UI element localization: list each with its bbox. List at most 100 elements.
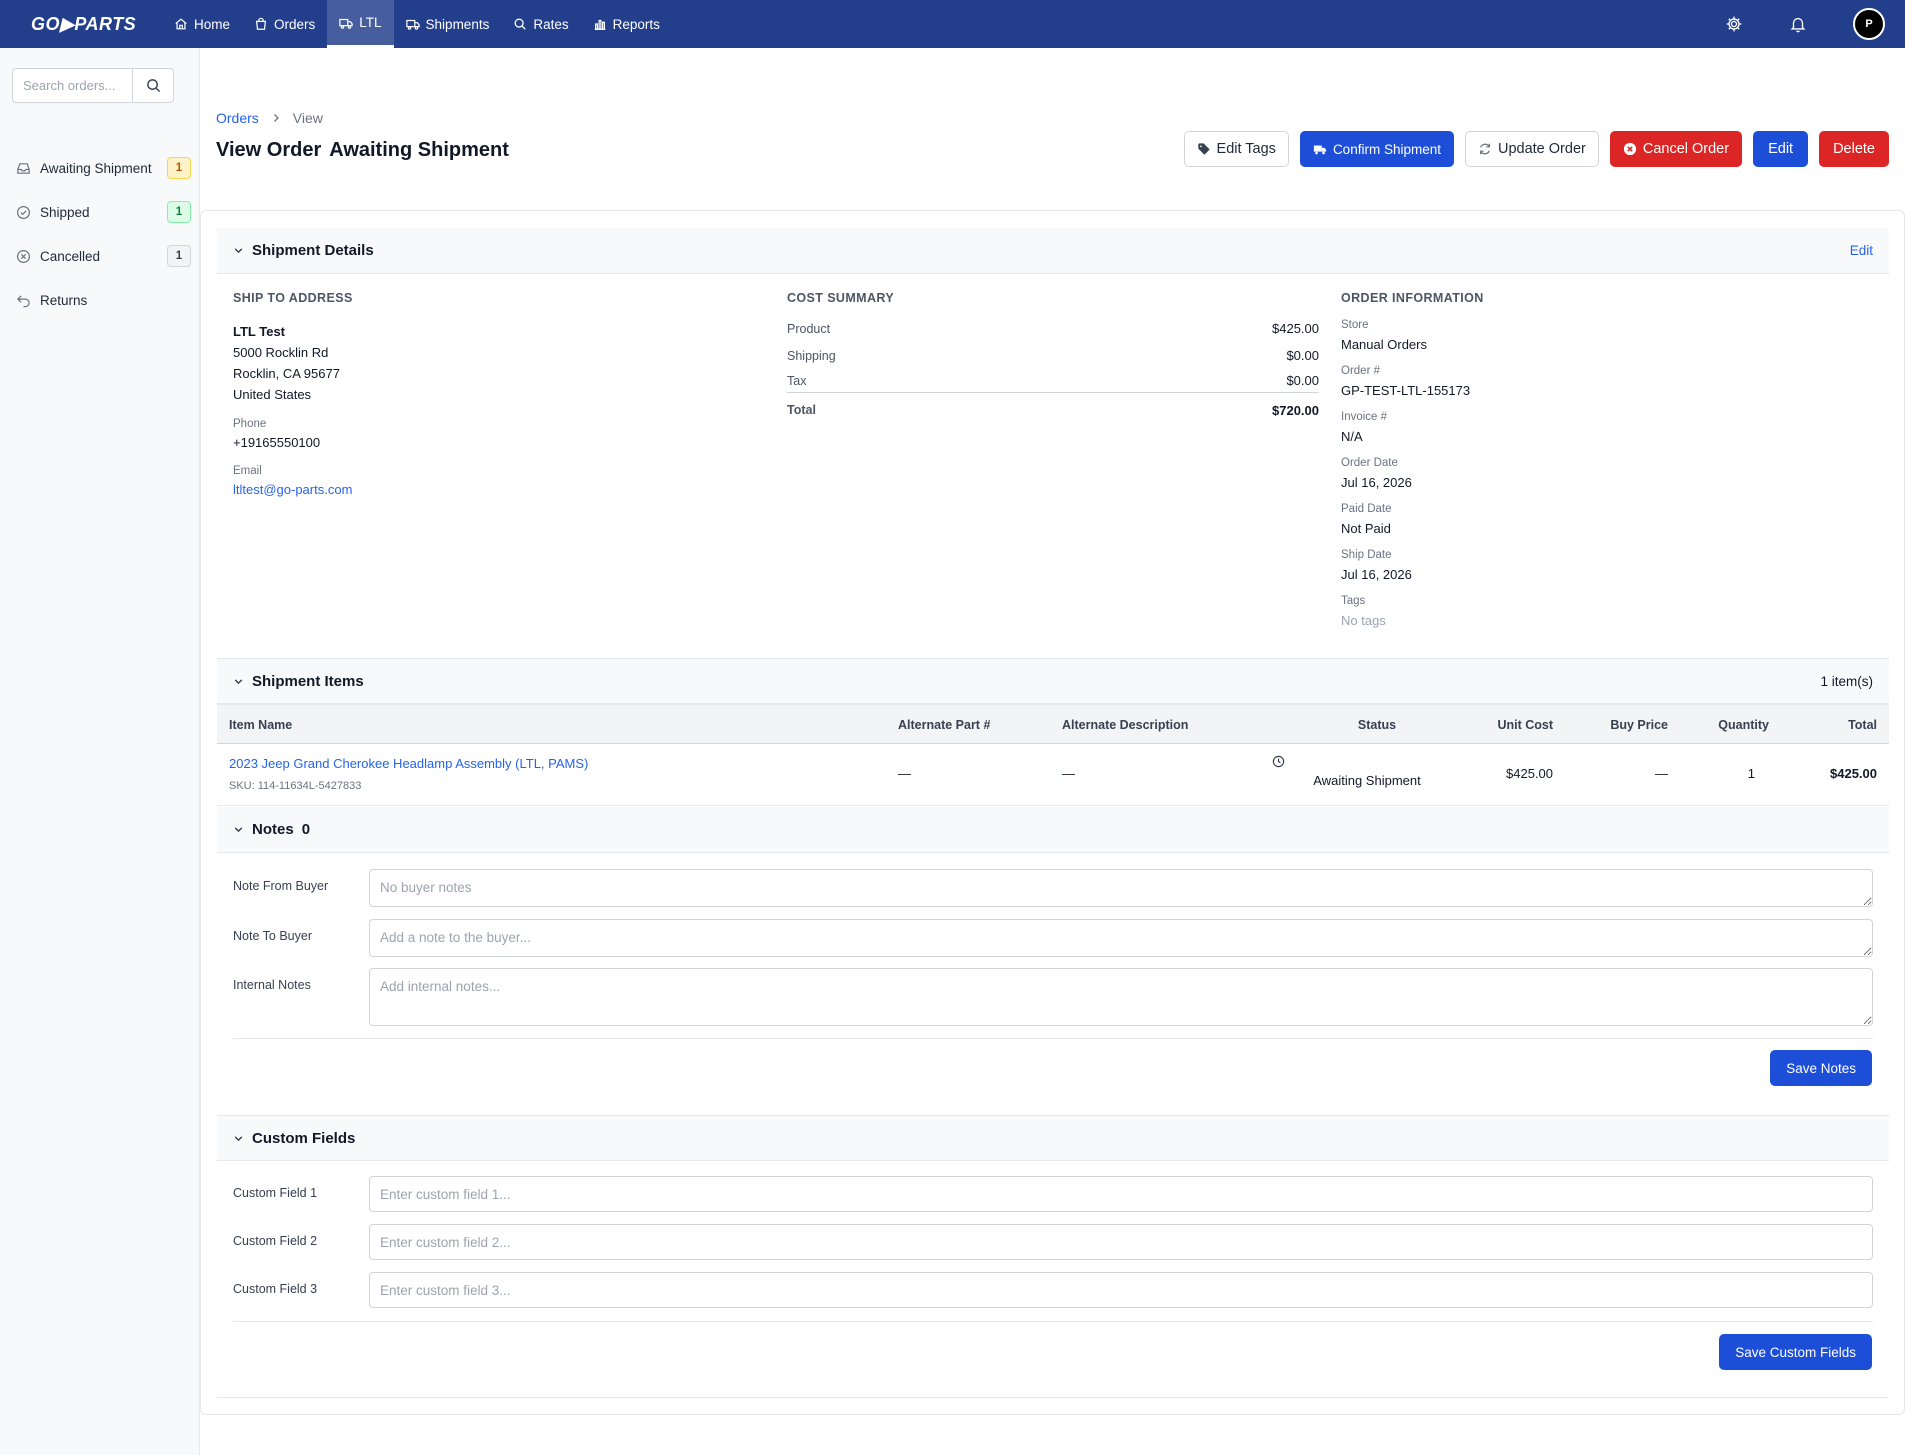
search-input[interactable] [12, 68, 133, 103]
note-to-buyer-label: Note To Buyer [233, 929, 312, 943]
note-to-buyer-field[interactable] [369, 919, 1873, 957]
store-label: Store [1341, 319, 1369, 331]
return-icon [17, 294, 30, 307]
col-buy-price: Buy Price [1610, 718, 1668, 732]
breadcrumb-orders-link[interactable]: Orders [216, 110, 259, 126]
shipment-details-edit-link[interactable]: Edit [1850, 243, 1873, 258]
cost-value: $0.00 [1286, 348, 1319, 363]
cost-row-shipping: Shipping $0.00 [787, 342, 1319, 369]
save-notes-button[interactable]: Save Notes [1770, 1050, 1872, 1086]
nav-orders[interactable]: Orders [242, 0, 327, 48]
top-nav: GO▶PARTS Home Orders LTL Shipments Rates… [0, 0, 1905, 48]
section-title: Custom Fields [252, 1129, 356, 1147]
col-total: Total [1848, 718, 1877, 732]
email-label: Email [233, 465, 262, 477]
email-link[interactable]: ltltest@go-parts.com [233, 482, 733, 497]
col-alt-desc: Alternate Description [1062, 718, 1189, 732]
custom-field-2-row: Custom Field 2 [217, 1224, 1889, 1260]
ship-to-heading: SHIP TO ADDRESS [233, 291, 353, 305]
item-unit-cost: $425.00 [1506, 766, 1553, 781]
nav-ltl[interactable]: LTL [327, 0, 394, 48]
update-order-button[interactable]: Update Order [1464, 131, 1599, 167]
ship-to-city: Rocklin, CA 95677 [233, 366, 340, 381]
bell-icon[interactable] [1789, 15, 1807, 33]
order-info-order-number: Order # GP-TEST-LTL-155173 [1341, 365, 1841, 411]
order-info-tags: Tags No tags [1341, 595, 1841, 641]
internal-notes-field[interactable] [369, 968, 1873, 1026]
order-number-value: GP-TEST-LTL-155173 [1341, 383, 1471, 398]
sidebar-item-awaiting-shipment[interactable]: Awaiting Shipment 1 [0, 146, 200, 190]
item-count: 1 item(s) [1820, 673, 1873, 689]
cancel-order-button[interactable]: Cancel Order [1609, 131, 1743, 167]
shipment-items-header[interactable]: Shipment Items 1 item(s) [217, 658, 1889, 704]
x-circle-icon [1623, 142, 1636, 156]
section-title: Notes [252, 821, 294, 838]
store-value: Manual Orders [1341, 337, 1427, 352]
item-name-link[interactable]: 2023 Jeep Grand Cherokee Headlamp Assemb… [229, 756, 588, 771]
sidebar-items: Awaiting Shipment 1 Shipped 1 Cancelled … [0, 146, 200, 322]
section-title: Shipment Details [252, 242, 374, 259]
sidebar-item-label: Cancelled [40, 248, 101, 264]
custom-field-1-input[interactable] [369, 1176, 1873, 1212]
note-from-buyer-row: Note From Buyer [217, 869, 1889, 907]
avatar[interactable]: P [1853, 8, 1885, 40]
sidebar: Awaiting Shipment 1 Shipped 1 Cancelled … [0, 48, 200, 1455]
gear-icon[interactable] [1725, 15, 1743, 33]
order-info-heading: ORDER INFORMATION [1341, 291, 1484, 305]
check-circle-icon [16, 205, 31, 219]
search-icon [514, 18, 527, 30]
nav-home[interactable]: Home [162, 0, 242, 48]
order-card: Shipment Details Edit SHIP TO ADDRESS LT… [200, 210, 1905, 1415]
items-table-header: Item Name Alternate Part # Alternate Des… [217, 704, 1889, 744]
item-total: $425.00 [1830, 766, 1877, 781]
col-alt-part: Alternate Part # [898, 718, 991, 732]
sidebar-item-label: Returns [40, 292, 88, 308]
note-from-buyer-field[interactable] [369, 869, 1873, 907]
paid-date-value: Not Paid [1341, 521, 1391, 536]
header-actions: Edit Tags Confirm Shipment Update Order … [1183, 131, 1889, 167]
nav-rates-label: Rates [533, 16, 569, 32]
section-title: Shipment Items [252, 672, 364, 690]
nav-reports-label: Reports [612, 16, 660, 32]
internal-notes-label: Internal Notes [233, 978, 311, 992]
custom-fields-header[interactable]: Custom Fields [217, 1115, 1889, 1161]
order-info-paid-date: Paid Date Not Paid [1341, 503, 1841, 549]
col-quantity: Quantity [1718, 718, 1769, 732]
notes-header[interactable]: Notes 0 [217, 807, 1889, 853]
custom-fields-divider [233, 1321, 1873, 1322]
nav-shipments[interactable]: Shipments [394, 0, 502, 48]
search-button[interactable] [133, 68, 174, 103]
sidebar-item-shipped[interactable]: Shipped 1 [0, 190, 200, 234]
edit-button[interactable]: Edit [1753, 131, 1809, 167]
custom-field-3-input[interactable] [369, 1272, 1873, 1308]
delete-button[interactable]: Delete [1819, 131, 1889, 167]
item-status: Awaiting Shipment [1313, 773, 1421, 788]
confirm-shipment-label: Confirm Shipment [1332, 141, 1441, 157]
col-item-name: Item Name [229, 718, 293, 732]
custom-field-1-row: Custom Field 1 [217, 1176, 1889, 1212]
shipment-details-header[interactable]: Shipment Details Edit [217, 228, 1889, 274]
nav-rates[interactable]: Rates [501, 0, 580, 48]
clock-icon [1272, 755, 1285, 768]
sidebar-item-cancelled[interactable]: Cancelled 1 [0, 234, 200, 278]
internal-notes-row: Internal Notes [217, 968, 1889, 1026]
bag-icon [255, 17, 267, 30]
goparts-logo[interactable]: GO▶PARTS [31, 14, 136, 35]
cancel-order-label: Cancel Order [1642, 141, 1730, 157]
cost-label: Product [787, 321, 831, 336]
sidebar-item-returns[interactable]: Returns [0, 278, 200, 322]
nav-reports[interactable]: Reports [581, 0, 672, 48]
truck-icon [1313, 145, 1327, 155]
notes-divider [233, 1038, 1873, 1039]
home-icon [175, 18, 187, 30]
confirm-shipment-button[interactable]: Confirm Shipment [1299, 131, 1454, 167]
custom-field-1-label: Custom Field 1 [233, 1186, 318, 1200]
save-custom-fields-button[interactable]: Save Custom Fields [1719, 1334, 1872, 1370]
edit-tags-button[interactable]: Edit Tags [1183, 131, 1289, 167]
invoice-label: Invoice # [1341, 411, 1388, 423]
cancelled-count-badge: 1 [167, 245, 191, 267]
chevron-down-icon [234, 1135, 243, 1141]
cost-value: $0.00 [1286, 373, 1319, 388]
custom-field-2-input[interactable] [369, 1224, 1873, 1260]
truck-icon [339, 18, 354, 29]
